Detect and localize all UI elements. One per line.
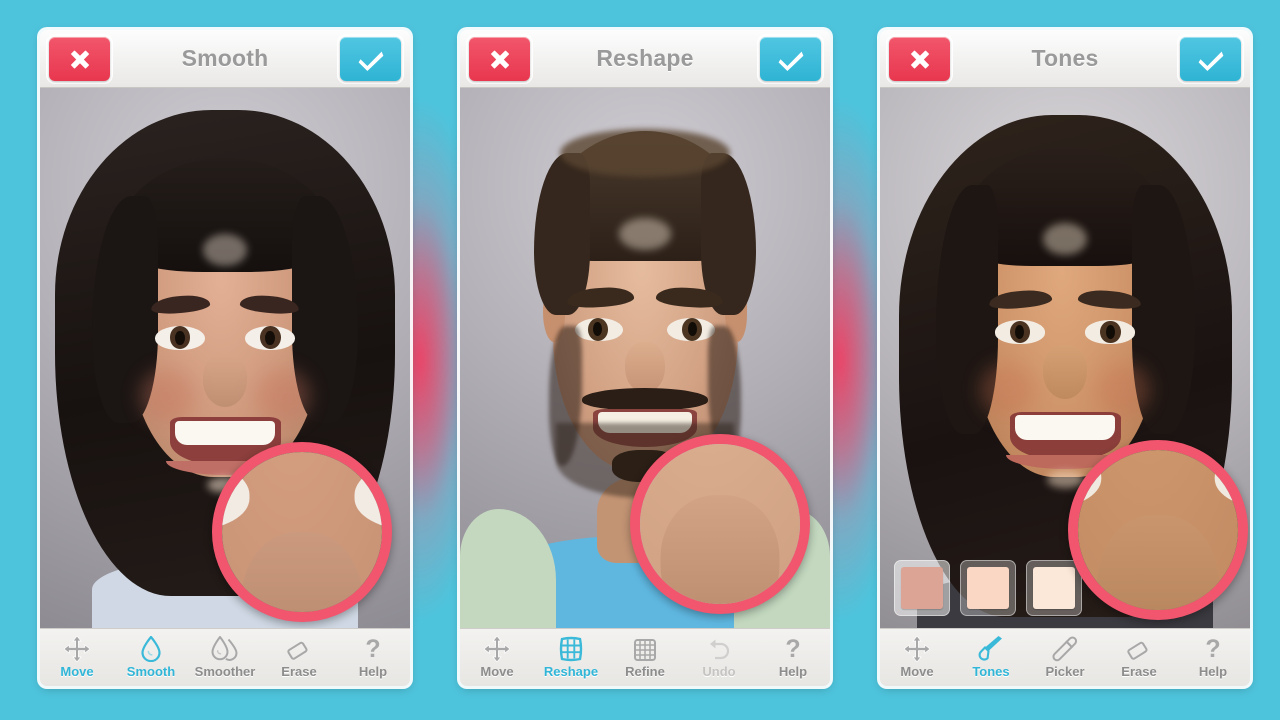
tool-picker[interactable]: Picker xyxy=(1028,629,1102,686)
tool-label: Tones xyxy=(972,664,1010,679)
tool-label: Smooth xyxy=(126,664,176,679)
apply-button[interactable] xyxy=(760,37,821,81)
undo-icon xyxy=(706,636,732,662)
fine-grid-icon xyxy=(633,636,657,662)
question-mark-icon: ? xyxy=(363,636,383,662)
tool-move[interactable]: Move xyxy=(460,629,534,686)
checkmark-icon xyxy=(1198,51,1223,71)
panel-reshape-header: Reshape xyxy=(460,30,830,88)
tool-erase[interactable]: Erase xyxy=(262,629,336,686)
tool-label: Refine xyxy=(625,664,665,679)
toolbar-tones: Move Tones Picker Erase ? Help xyxy=(880,628,1250,686)
tool-undo[interactable]: Undo xyxy=(682,629,756,686)
svg-text:?: ? xyxy=(785,636,800,662)
magnifier-loupe[interactable] xyxy=(212,442,392,622)
eraser-icon xyxy=(1126,636,1152,662)
question-mark-icon: ? xyxy=(1203,636,1223,662)
tone-swatch-row xyxy=(894,560,1082,616)
apply-button[interactable] xyxy=(340,37,401,81)
tool-label: Erase xyxy=(281,664,317,679)
tool-label: Smoother xyxy=(194,664,256,679)
tone-swatch-2-color xyxy=(967,567,1009,609)
tool-help[interactable]: ? Help xyxy=(336,629,410,686)
cancel-button[interactable] xyxy=(469,37,530,81)
svg-text:?: ? xyxy=(365,636,380,662)
tone-swatch-1[interactable] xyxy=(894,560,950,616)
tool-tones[interactable]: Tones xyxy=(954,629,1028,686)
move-arrows-icon xyxy=(64,636,90,662)
panel-tones-header: Tones xyxy=(880,30,1250,88)
tool-label: Erase xyxy=(1121,664,1157,679)
panel-reshape: Reshape Move Reshape Refine Undo ? Help xyxy=(460,30,830,686)
photo-canvas-reshape[interactable] xyxy=(460,88,830,628)
cancel-button[interactable] xyxy=(889,37,950,81)
toolbar-reshape: Move Reshape Refine Undo ? Help xyxy=(460,628,830,686)
panel-tones: Tones Move Tones Picker Erase ? Help xyxy=(880,30,1250,686)
move-arrows-icon xyxy=(904,636,930,662)
cancel-button[interactable] xyxy=(49,37,110,81)
tone-swatch-3-color xyxy=(1033,567,1075,609)
magnifier-loupe[interactable] xyxy=(630,434,810,614)
tool-label: Move xyxy=(60,664,94,679)
close-x-icon xyxy=(70,50,89,69)
apply-button[interactable] xyxy=(1180,37,1241,81)
tool-smoother[interactable]: Smoother xyxy=(188,629,262,686)
panel-title: Tones xyxy=(1031,45,1099,71)
eyedropper-icon xyxy=(1051,636,1079,662)
loupe-before-image xyxy=(640,444,800,604)
tool-label: Help xyxy=(1198,664,1228,679)
svg-text:?: ? xyxy=(1205,636,1220,662)
droplet-icon xyxy=(141,636,161,662)
photo-canvas-smooth[interactable] xyxy=(40,88,410,628)
tool-help[interactable]: ? Help xyxy=(1176,629,1250,686)
tool-label: Move xyxy=(480,664,514,679)
app-stage: Smooth Move Smooth Smoother Erase ? Help… xyxy=(0,0,1280,720)
brush-icon xyxy=(977,636,1005,662)
tool-label: Picker xyxy=(1045,664,1085,679)
eraser-icon xyxy=(286,636,312,662)
checkmark-icon xyxy=(358,51,383,71)
close-x-icon xyxy=(910,50,929,69)
tool-move[interactable]: Move xyxy=(880,629,954,686)
tone-swatch-2[interactable] xyxy=(960,560,1016,616)
panel-title: Reshape xyxy=(596,45,694,71)
tool-label: Reshape xyxy=(543,664,599,679)
toolbar-smooth: Move Smooth Smoother Erase ? Help xyxy=(40,628,410,686)
tool-refine[interactable]: Refine xyxy=(608,629,682,686)
photo-canvas-tones[interactable] xyxy=(880,88,1250,628)
move-arrows-icon xyxy=(484,636,510,662)
tool-erase[interactable]: Erase xyxy=(1102,629,1176,686)
magnifier-loupe[interactable] xyxy=(1068,440,1248,620)
tool-label: Move xyxy=(900,664,934,679)
tool-label: Help xyxy=(778,664,808,679)
warp-grid-icon xyxy=(558,636,584,662)
panel-smooth-header: Smooth xyxy=(40,30,410,88)
loupe-before-image xyxy=(1078,450,1238,610)
panel-smooth: Smooth Move Smooth Smoother Erase ? Help xyxy=(40,30,410,686)
tool-reshape[interactable]: Reshape xyxy=(534,629,608,686)
panel-title: Smooth xyxy=(181,45,269,71)
tone-swatch-1-color xyxy=(901,567,943,609)
checkmark-icon xyxy=(778,51,803,71)
tool-help[interactable]: ? Help xyxy=(756,629,830,686)
question-mark-icon: ? xyxy=(783,636,803,662)
double-droplet-icon xyxy=(211,636,239,662)
tool-smooth[interactable]: Smooth xyxy=(114,629,188,686)
loupe-before-image xyxy=(222,452,382,612)
tool-label: Undo xyxy=(702,664,736,679)
tool-label: Help xyxy=(358,664,388,679)
close-x-icon xyxy=(490,50,509,69)
tone-swatch-3[interactable] xyxy=(1026,560,1082,616)
tool-move[interactable]: Move xyxy=(40,629,114,686)
